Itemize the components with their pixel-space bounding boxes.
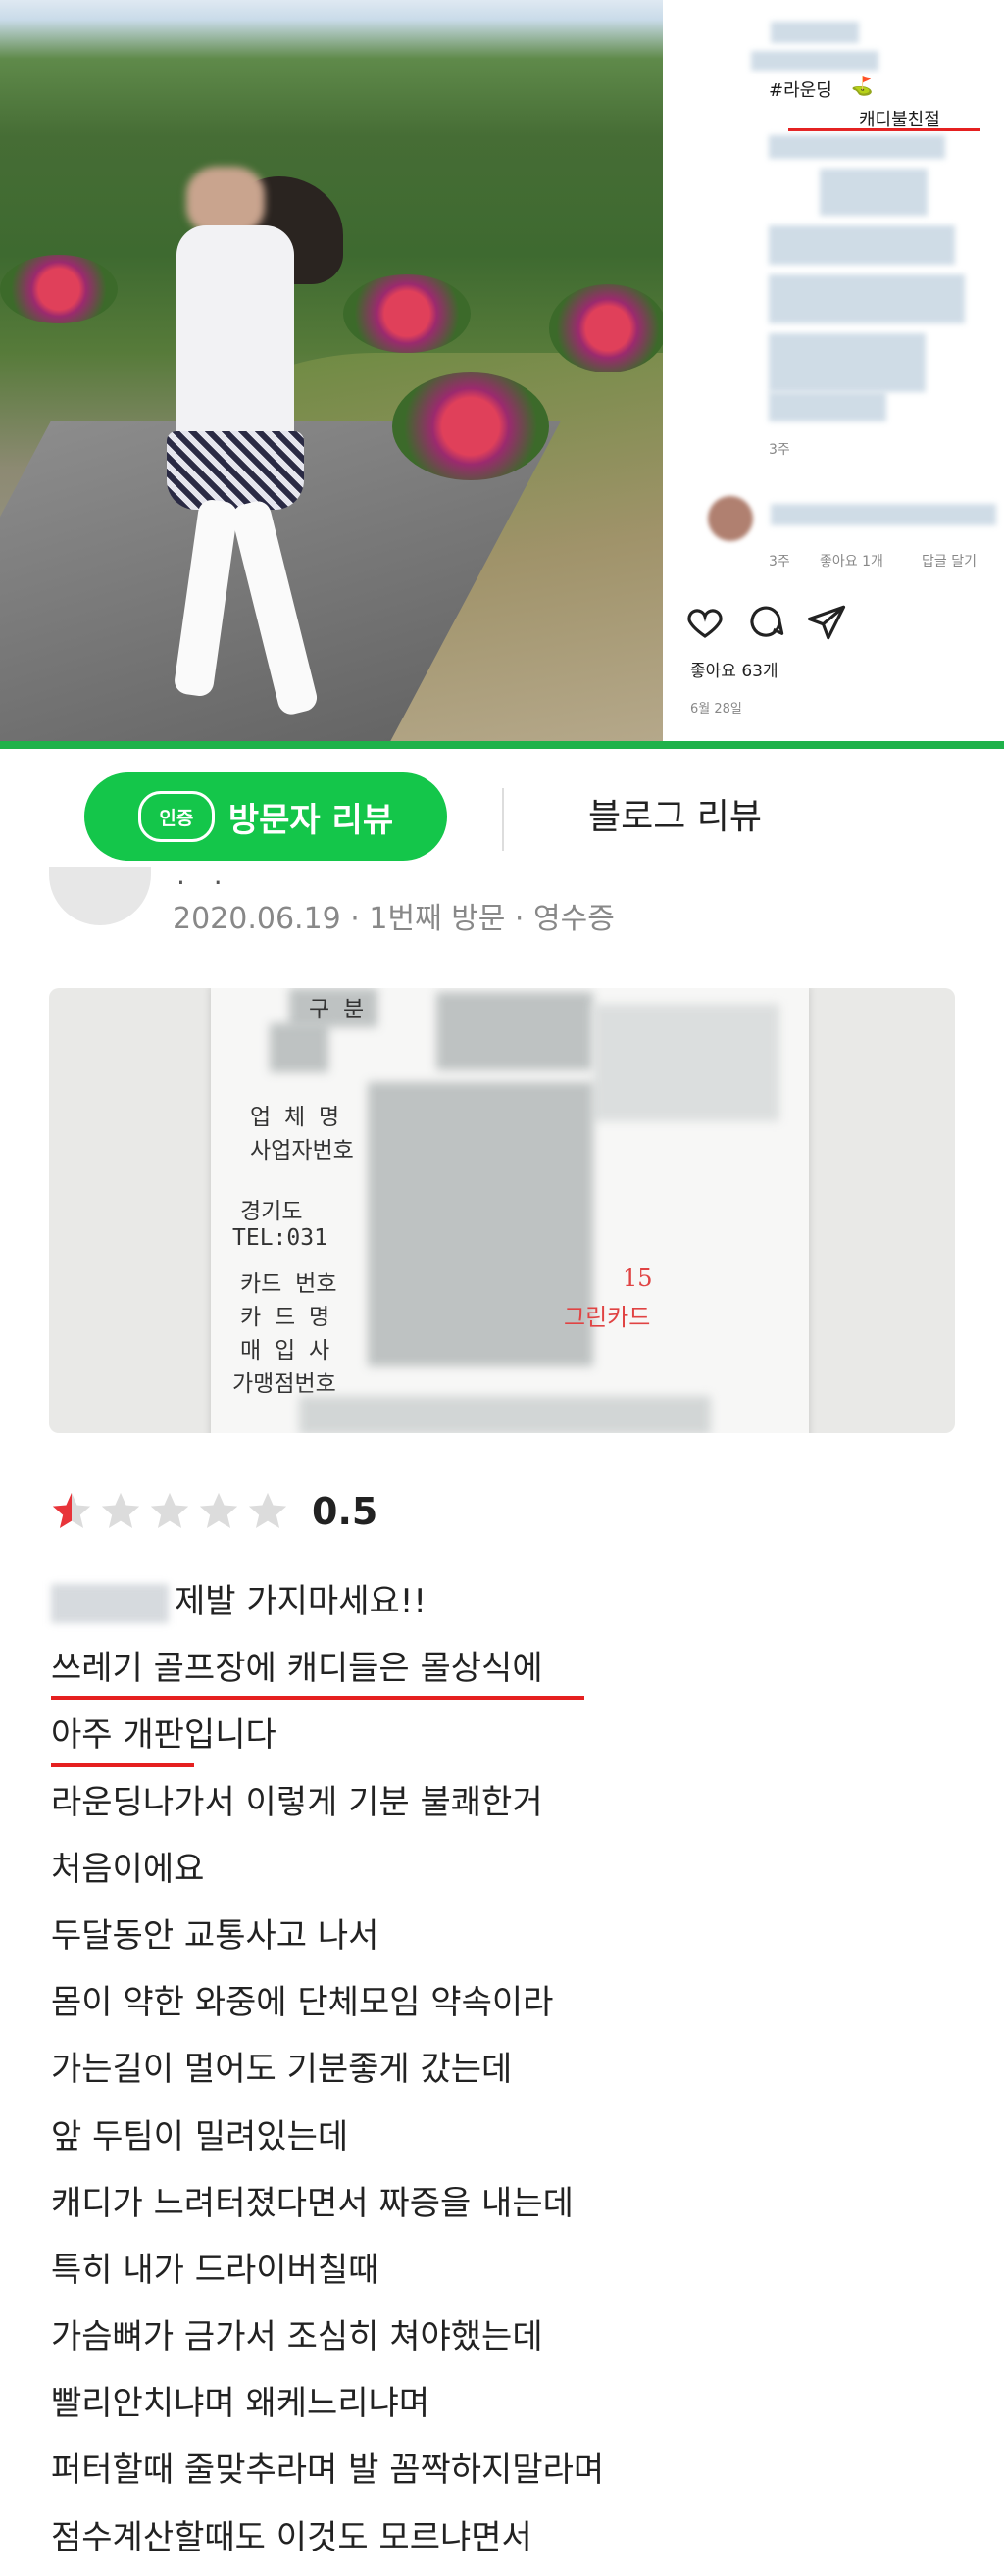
receipt-label: TEL:031 bbox=[232, 1225, 327, 1251]
send-icon[interactable] bbox=[806, 602, 847, 643]
star-empty-icon bbox=[101, 1492, 140, 1529]
emoji-icon: ⛳ bbox=[851, 76, 874, 97]
review-line: 퍼터할때 줄맞추라며 발 꼼짝하지말라며 bbox=[51, 2451, 605, 2491]
likes-count[interactable]: 좋아요 63개 bbox=[690, 657, 778, 681]
blurred-text bbox=[769, 225, 955, 265]
heart-icon[interactable] bbox=[684, 602, 726, 643]
rating: 0.5 bbox=[49, 1482, 377, 1541]
review-line: 제발 가지마세요!! bbox=[51, 1568, 973, 1635]
instagram-post: #라운딩 ⛳ 캐디불친절 3주 3주 좋아요 1개 답글 달기 좋아요 63개 … bbox=[0, 0, 1004, 741]
golfer-figure bbox=[118, 167, 353, 735]
visit-meta: 2020.06.19 · 1번째 방문 · 영수증 bbox=[173, 902, 615, 936]
star-empty-icon bbox=[150, 1492, 189, 1529]
red-underline bbox=[51, 1696, 584, 1701]
post-photo bbox=[0, 0, 663, 741]
comment-icon[interactable] bbox=[745, 602, 786, 643]
blurred-area bbox=[593, 1004, 779, 1121]
flower-bed bbox=[549, 284, 663, 372]
red-underline bbox=[788, 128, 980, 131]
review-body: 제발 가지마세요!! 쓰레기 골프장에 캐디들은 몰상식에 아주 개판입니다 라… bbox=[51, 1568, 973, 2571]
comment-time: 3주 bbox=[769, 554, 790, 570]
receipt-label: 카드 번호 bbox=[240, 1271, 337, 1297]
tab-blog-review[interactable]: 블로그 리뷰 bbox=[588, 788, 762, 839]
blurred-comment bbox=[771, 504, 996, 525]
hashtag-rounding[interactable]: #라운딩 bbox=[769, 76, 832, 102]
blurred-area bbox=[368, 1082, 593, 1366]
blurred-text bbox=[769, 135, 945, 159]
blurred-area bbox=[270, 1023, 328, 1072]
commenter-avatar[interactable] bbox=[708, 496, 753, 541]
review-line: 몸이 약한 와중에 단체모임 약속이라 bbox=[51, 1983, 554, 2023]
review-line: 가슴뼈가 금가서 조심히 쳐야했는데 bbox=[51, 2317, 543, 2357]
review-line: 캐디가 느려터졌다면서 짜증을 내는데 bbox=[51, 2183, 574, 2223]
star-rating bbox=[49, 1489, 290, 1534]
tab-visitor-review-label: 방문자 리뷰 bbox=[227, 800, 394, 840]
post-date: 6월 28일 bbox=[690, 702, 742, 717]
star-empty-icon bbox=[199, 1492, 238, 1529]
blurred-text bbox=[769, 274, 965, 323]
review-line: 두달동안 교통사고 나서 bbox=[51, 1915, 379, 1956]
handwritten-number: 15 bbox=[623, 1264, 653, 1292]
post-side-panel: #라운딩 ⛳ 캐디불친절 3주 3주 좋아요 1개 답글 달기 좋아요 63개 … bbox=[663, 0, 1004, 741]
receipt-label: 사업자번호 bbox=[250, 1138, 354, 1164]
blurred-area bbox=[436, 992, 593, 1070]
blurred-text bbox=[769, 333, 926, 392]
receipt-paper: 구 분 업 체 명 사업자번호 경기도 TEL:031 카드 번호 카 드 명 … bbox=[211, 988, 809, 1433]
star-half-icon bbox=[52, 1492, 91, 1529]
receipt-label: 카 드 명 bbox=[240, 1305, 330, 1330]
verified-badge: 인증 bbox=[137, 791, 215, 842]
review-line: 가는길이 멀어도 기분좋게 갔는데 bbox=[51, 2050, 513, 2090]
blurred-text bbox=[820, 169, 928, 216]
review-line: 특히 내가 드라이버칠때 bbox=[51, 2250, 379, 2290]
blurred-name bbox=[51, 1583, 169, 1623]
flower-bed bbox=[392, 372, 549, 480]
receipt-label: 업 체 명 bbox=[250, 1105, 340, 1130]
review-line: 라운딩나가서 이렇게 기분 불쾌한거 bbox=[51, 1782, 543, 1822]
visit-info: . . 2020.06.19 · 1번째 방문 · 영수증 bbox=[0, 859, 1004, 961]
receipt-label: 가맹점번호 bbox=[232, 1371, 336, 1397]
review-line: 처음이에요 bbox=[51, 1849, 205, 1889]
blurred-text bbox=[751, 51, 878, 71]
flower-bed bbox=[343, 274, 471, 353]
star-empty-icon bbox=[248, 1492, 287, 1529]
flower-bed bbox=[0, 255, 118, 323]
receipt-photo[interactable]: 구 분 업 체 명 사업자번호 경기도 TEL:031 카드 번호 카 드 명 … bbox=[49, 988, 955, 1433]
tab-divider bbox=[502, 788, 504, 851]
review-line: 앞 두팀이 밀려있는데 bbox=[51, 2116, 349, 2156]
tab-visitor-review[interactable]: 인증 방문자 리뷰 bbox=[84, 772, 447, 861]
blurred-text bbox=[769, 392, 886, 421]
review-line: 쓰레기 골프장에 캐디들은 몰상식에 bbox=[51, 1635, 973, 1702]
receipt-label: 매 입 사 bbox=[240, 1338, 330, 1363]
green-divider bbox=[0, 741, 1004, 749]
handwritten-card-name: 그린카드 bbox=[564, 1304, 651, 1331]
post-time-ago: 3주 bbox=[769, 442, 790, 458]
reviewer-name[interactable]: . . bbox=[176, 859, 232, 891]
review-tabs: 인증 방문자 리뷰 블로그 리뷰 bbox=[0, 749, 1004, 867]
blurred-text bbox=[771, 22, 859, 43]
receipt-label: 경기도 bbox=[240, 1199, 303, 1224]
blurred-area bbox=[299, 1396, 711, 1433]
red-underline bbox=[51, 1762, 194, 1767]
reviewer-avatar[interactable] bbox=[49, 867, 151, 925]
receipt-label: 구 분 bbox=[309, 997, 365, 1022]
rating-score: 0.5 bbox=[312, 1490, 378, 1533]
review-line: 점수계산할때도 이것도 모르냐면서 bbox=[51, 2517, 532, 2557]
comment-likes[interactable]: 좋아요 1개 bbox=[820, 551, 883, 570]
comment-reply-link[interactable]: 답글 달기 bbox=[922, 551, 977, 570]
review-line: 빨리안치냐며 왜케느리냐며 bbox=[51, 2384, 430, 2424]
review-line: 아주 개판입니다 bbox=[51, 1702, 973, 1768]
